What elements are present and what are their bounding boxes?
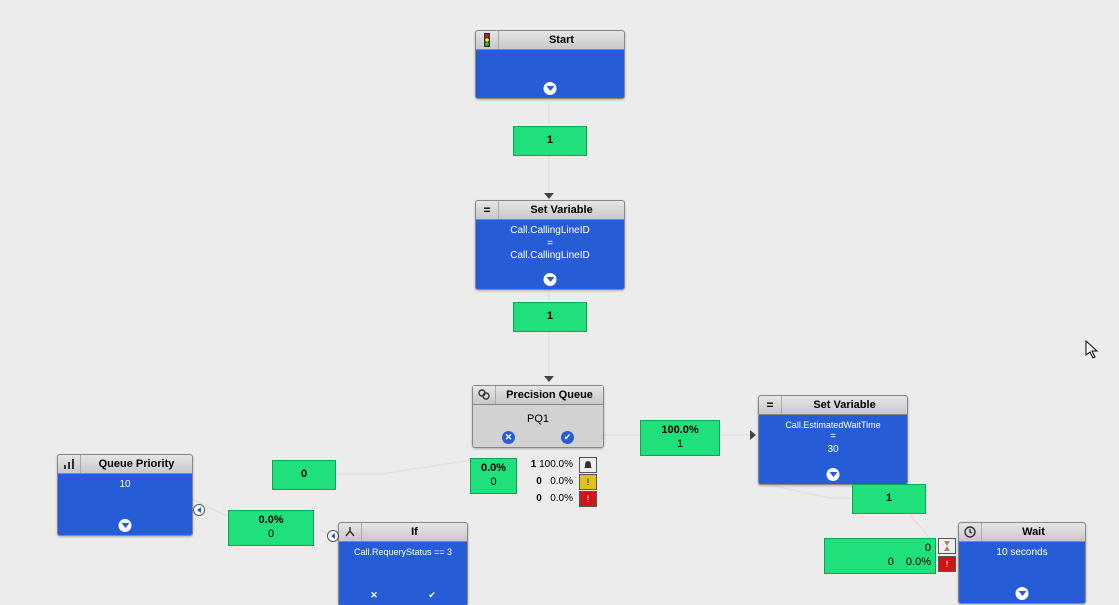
- node-wait-title: Wait: [982, 526, 1085, 538]
- node-set-variable-2-title: Set Variable: [782, 399, 907, 411]
- stat-cnt: 0: [490, 476, 496, 490]
- warning-icon: !: [579, 474, 597, 490]
- pq-port-stack: 1 100.0% 0 0.0% ! 0 0.0% !: [518, 456, 597, 507]
- stat-cnt: 1: [677, 438, 683, 452]
- stat-pct: 0.0%: [481, 462, 506, 476]
- arrow-down-icon: [544, 193, 554, 199]
- mouse-cursor-icon: [1085, 340, 1101, 365]
- node-wait[interactable]: Wait 10 seconds: [958, 522, 1086, 604]
- error-icon: !: [579, 491, 597, 507]
- node-start[interactable]: Start: [475, 30, 625, 99]
- node-if-title: If: [362, 526, 467, 538]
- equals-icon: =: [759, 396, 782, 414]
- stat-value: 1: [547, 310, 553, 324]
- node-set-variable-1-title: Set Variable: [499, 204, 624, 216]
- wait-body: 10 seconds: [961, 547, 1083, 558]
- stat-setvar2-out: 1: [852, 484, 926, 514]
- stat-value: 1: [886, 492, 892, 506]
- stat-pq-success: 100.0% 1: [640, 420, 720, 456]
- node-precision-queue[interactable]: Precision Queue PQ1 ✕ ✔: [472, 385, 604, 448]
- branch-icon: [339, 523, 362, 541]
- arrow-down-icon: [544, 376, 554, 382]
- stat-pct: 100.0%: [661, 424, 698, 438]
- stat-pq-fail: 0: [272, 460, 336, 490]
- node-queue-priority-title: Queue Priority: [81, 458, 192, 470]
- dropdown-icon[interactable]: [119, 519, 132, 532]
- dropdown-icon[interactable]: [544, 273, 557, 286]
- setvar2-line2: =: [761, 431, 905, 444]
- node-if[interactable]: If Call.RequeryStatus == 3 ✕ ✔: [338, 522, 468, 605]
- node-precision-queue-title: Precision Queue: [496, 389, 603, 401]
- stat-qprio-out: 0.0% 0: [228, 510, 314, 546]
- stat-value: 0: [301, 468, 307, 482]
- dropdown-icon[interactable]: [1016, 587, 1029, 600]
- stat-cnt: 0: [268, 528, 274, 542]
- success-port-icon[interactable]: ✔: [561, 431, 574, 444]
- setvar2-line1: Call.EstimatedWaitTime: [761, 420, 905, 431]
- setvar1-line2: =: [478, 238, 622, 251]
- pq-body: PQ1: [475, 413, 601, 425]
- wait-icon: [959, 523, 982, 541]
- stat-start-out: 1: [513, 126, 587, 156]
- qprio-body: 10: [60, 479, 190, 490]
- setvar1-line3: Call.CallingLineID: [478, 250, 622, 263]
- bell-icon: [579, 457, 597, 473]
- hourglass-icon: [938, 538, 956, 554]
- false-port-icon[interactable]: ✕: [368, 589, 381, 602]
- dropdown-icon[interactable]: [544, 82, 557, 95]
- traffic-light-icon: [476, 31, 499, 49]
- equals-icon: =: [476, 201, 499, 219]
- true-port-icon[interactable]: ✔: [426, 589, 439, 602]
- node-queue-priority[interactable]: Queue Priority 10: [57, 454, 193, 536]
- input-port-icon: [193, 504, 205, 516]
- node-set-variable-2[interactable]: = Set Variable Call.EstimatedWaitTime = …: [758, 395, 908, 485]
- stat-setvar1-out: 1: [513, 302, 587, 332]
- error-icon: !: [938, 556, 956, 572]
- node-set-variable-1[interactable]: = Set Variable Call.CallingLineID = Call…: [475, 200, 625, 290]
- if-body: Call.RequeryStatus == 3: [341, 547, 465, 557]
- stat-wait-left: 0 00.0%: [824, 538, 936, 574]
- setvar2-line3: 30: [761, 444, 905, 457]
- priority-icon: [58, 455, 81, 473]
- node-start-title: Start: [499, 34, 624, 46]
- input-port-icon: [327, 530, 339, 542]
- dropdown-icon[interactable]: [827, 468, 840, 481]
- arrow-right-icon: [750, 430, 756, 440]
- stat-pq-left: 0.0% 0: [470, 458, 517, 494]
- stat-value: 1: [547, 134, 553, 148]
- setvar1-line1: Call.CallingLineID: [478, 225, 622, 238]
- fail-port-icon[interactable]: ✕: [502, 431, 515, 444]
- stat-pct: 0.0%: [258, 514, 283, 528]
- queue-icon: [473, 386, 496, 404]
